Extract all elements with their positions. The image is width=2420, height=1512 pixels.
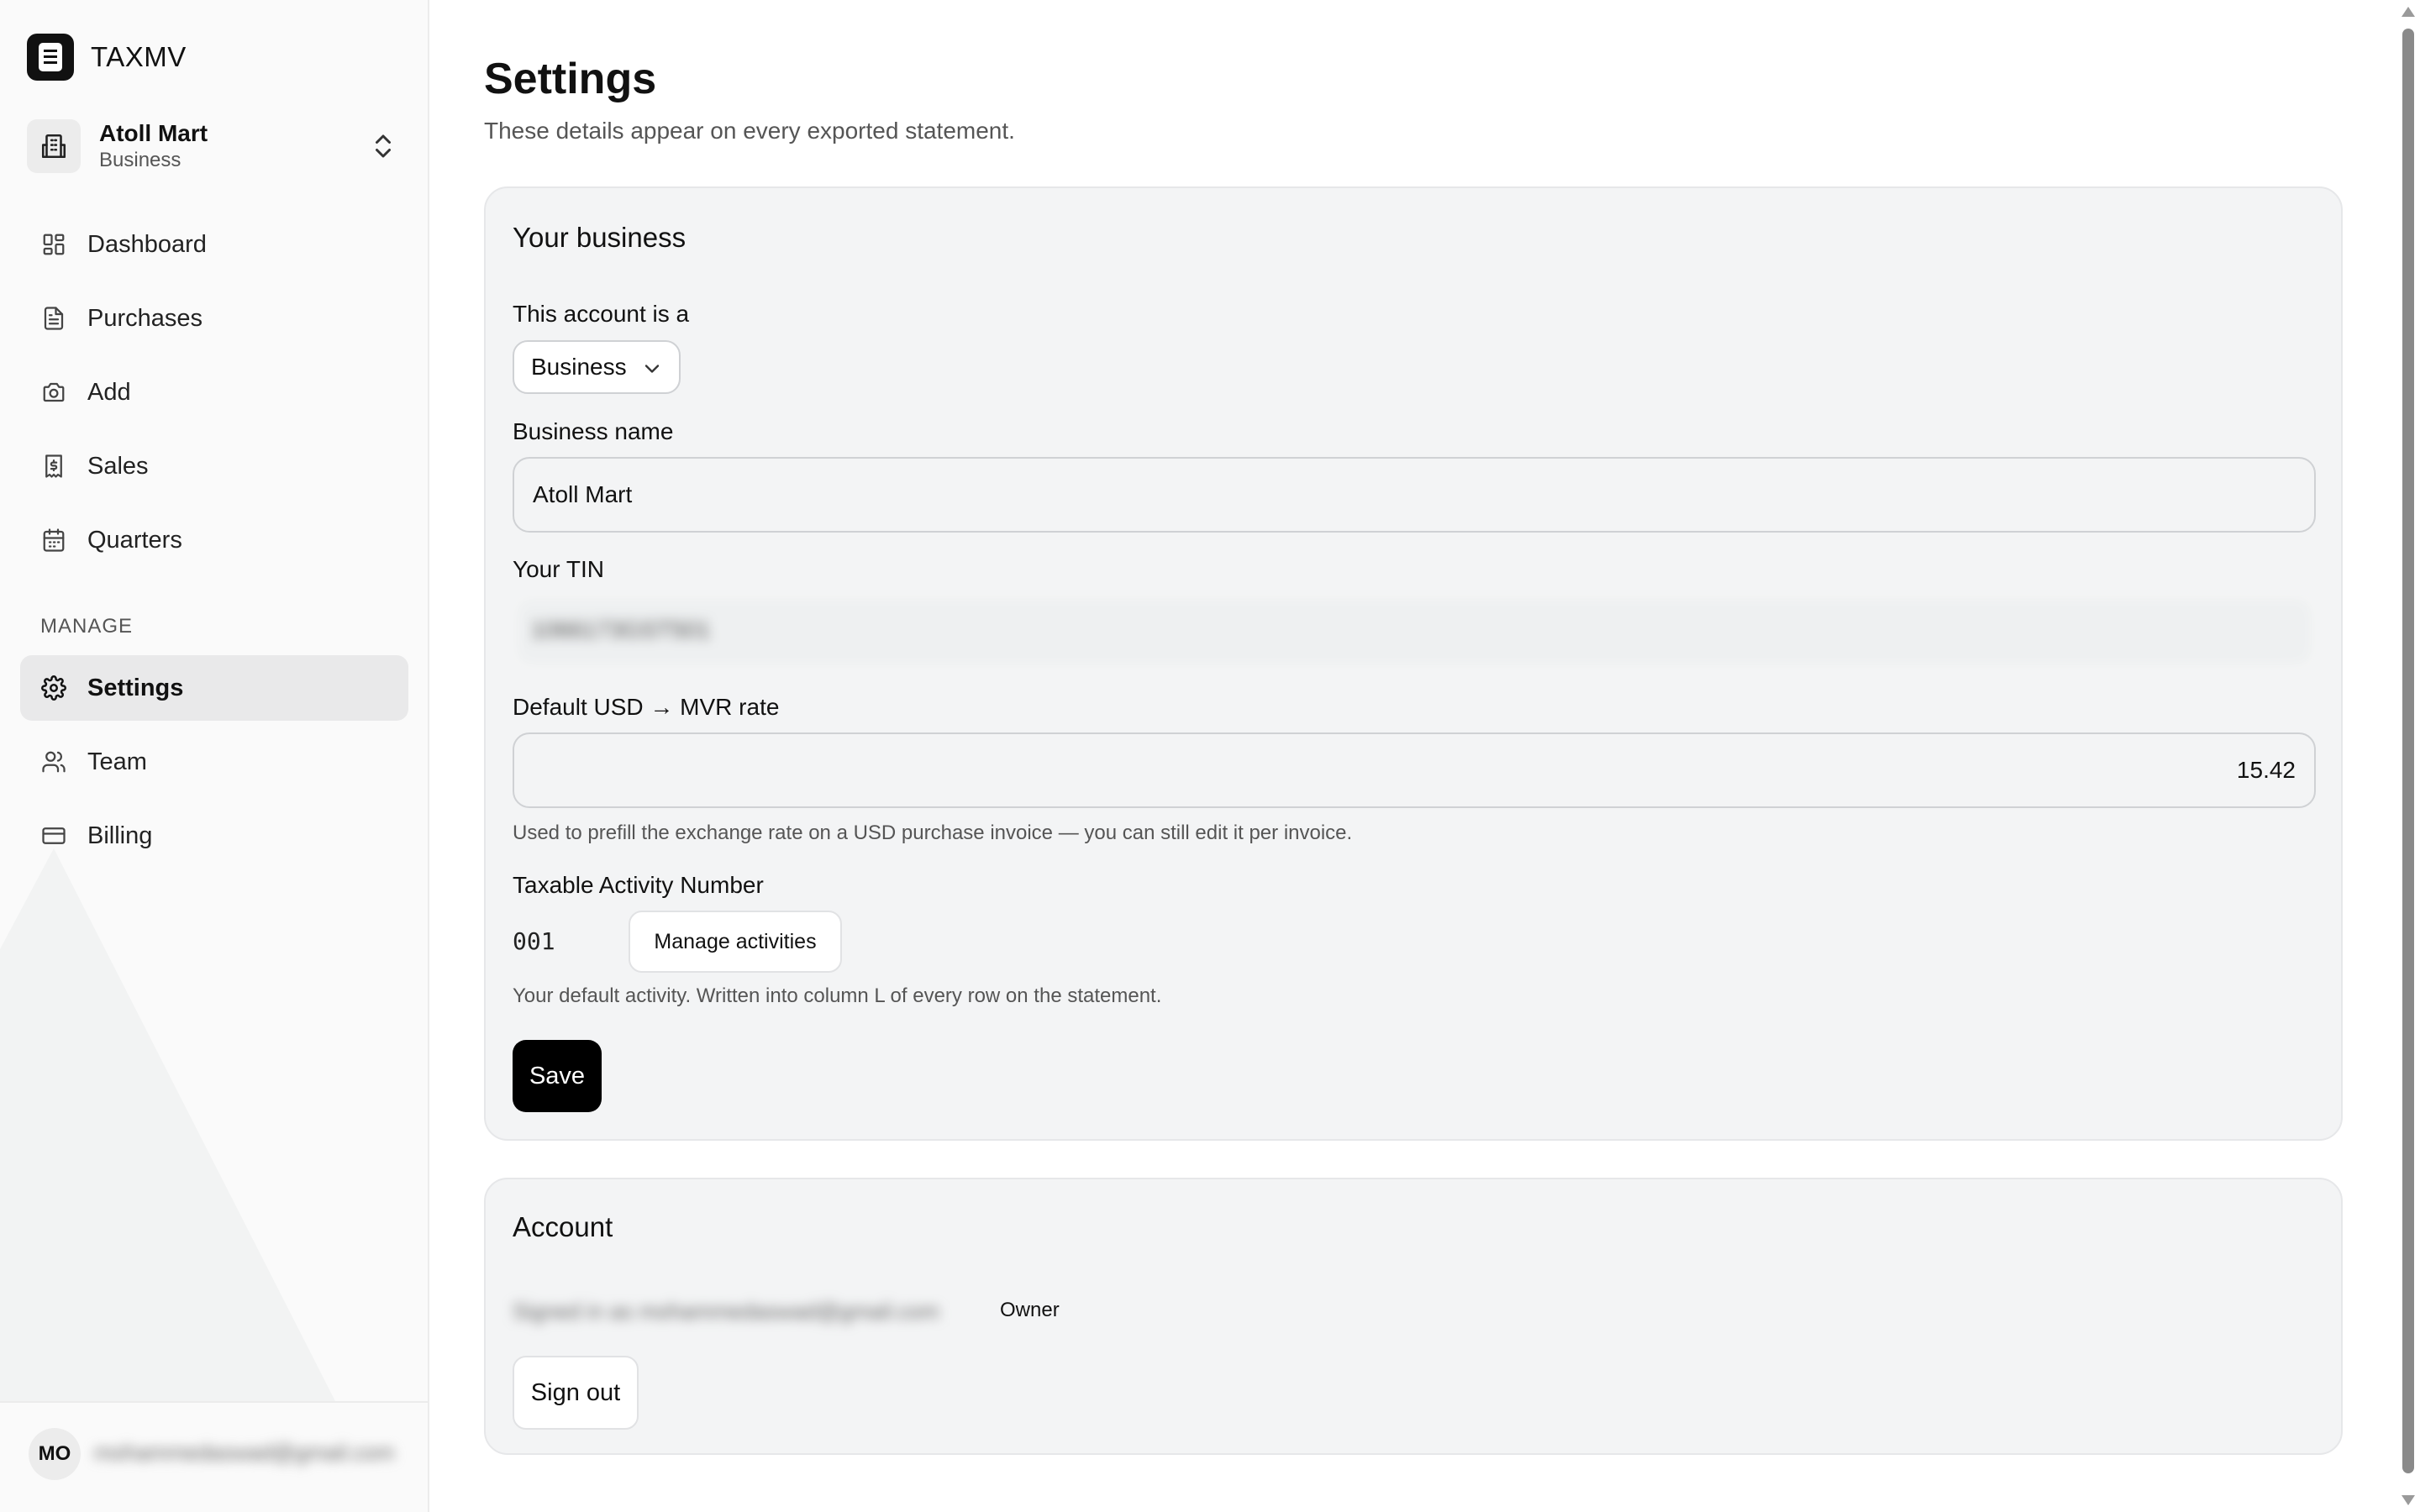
activity-help-text: Your default activity. Written into colu… bbox=[513, 984, 1162, 1007]
usd-mvr-rate-input[interactable] bbox=[513, 732, 2316, 808]
nav-label-quarters: Quarters bbox=[87, 526, 182, 554]
activity-code: 001 bbox=[513, 927, 555, 955]
card-title-business: Your business bbox=[513, 222, 687, 253]
nav-item-team[interactable]: Team bbox=[20, 729, 408, 795]
receipt-dollar-icon bbox=[40, 453, 67, 480]
nav-label-dashboard: Dashboard bbox=[87, 230, 207, 258]
nav-item-purchases[interactable]: Purchases bbox=[20, 286, 408, 351]
user-email: mohammedaswad@gmail.com bbox=[94, 1440, 395, 1465]
account-type-select[interactable]: Business bbox=[513, 340, 681, 394]
card-title-account: Account bbox=[513, 1211, 613, 1242]
background-triangle-decoration bbox=[0, 848, 336, 1403]
page-scrollbar[interactable] bbox=[2396, 0, 2420, 1512]
nav-label-team: Team bbox=[87, 748, 147, 775]
manage-activities-button[interactable]: Manage activities bbox=[629, 911, 842, 973]
business-name-input[interactable] bbox=[513, 457, 2316, 533]
gear-icon bbox=[40, 675, 67, 701]
page-title: Settings bbox=[484, 55, 657, 103]
section-label-manage: MANAGE bbox=[40, 615, 134, 638]
signed-in-email-redacted: Signed in as mohammedaswad@gmail.com bbox=[513, 1299, 939, 1324]
activity-label: Taxable Activity Number bbox=[513, 872, 764, 898]
credit-card-icon bbox=[40, 822, 67, 849]
building-icon bbox=[27, 119, 81, 173]
rate-help-text: Used to prefill the exchange rate on a U… bbox=[513, 822, 1353, 844]
org-name: Atoll Mart bbox=[99, 120, 208, 146]
nav-item-sales[interactable]: Sales bbox=[20, 433, 408, 499]
user-menu[interactable]: MO mohammedaswad@gmail.com bbox=[0, 1401, 428, 1512]
users-icon bbox=[40, 748, 67, 775]
nav-label-sales: Sales bbox=[87, 452, 149, 480]
role-badge: Owner bbox=[1000, 1299, 1060, 1321]
chevrons-up-down-icon bbox=[376, 134, 391, 158]
business-settings-card: Your business This account is a Business… bbox=[484, 186, 2343, 1141]
dashboard-icon bbox=[40, 231, 67, 258]
org-switcher[interactable]: Atoll Mart Business bbox=[27, 116, 407, 176]
scroll-down-arrow-icon[interactable] bbox=[2402, 1495, 2415, 1505]
tin-value-redacted: 1066173GST501 bbox=[531, 617, 711, 643]
brand-name: TAXMV bbox=[91, 41, 187, 72]
nav-label-settings: Settings bbox=[87, 674, 184, 701]
business-name-label: Business name bbox=[513, 418, 674, 444]
nav-item-quarters[interactable]: Quarters bbox=[20, 507, 408, 573]
nav-item-dashboard[interactable]: Dashboard bbox=[20, 212, 408, 277]
account-card: Account Signed in as mohammedaswad@gmail… bbox=[484, 1178, 2343, 1455]
page-subtitle: These details appear on every exported s… bbox=[484, 118, 1015, 144]
nav-label-billing: Billing bbox=[87, 822, 153, 849]
account-type-label: This account is a bbox=[513, 301, 690, 327]
rate-label: Default USD → MVR rate bbox=[513, 694, 780, 720]
sidebar: TAXMV Atoll Mart Business Dashboard Purc… bbox=[0, 0, 429, 1512]
account-type-value: Business bbox=[531, 354, 627, 380]
nav-item-billing[interactable]: Billing bbox=[20, 803, 408, 869]
chevron-down-icon bbox=[644, 365, 660, 373]
nav-label-add: Add bbox=[87, 378, 131, 406]
calendar-icon bbox=[40, 527, 67, 554]
camera-icon bbox=[40, 379, 67, 406]
nav-item-add[interactable]: Add bbox=[20, 360, 408, 425]
tin-label: Your TIN bbox=[513, 556, 604, 582]
nav-label-purchases: Purchases bbox=[87, 304, 203, 332]
tin-field[interactable]: 1066173GST501 bbox=[513, 595, 2316, 669]
document-logo-icon bbox=[27, 34, 74, 81]
avatar: MO bbox=[29, 1428, 81, 1480]
brand[interactable]: TAXMV bbox=[27, 34, 187, 81]
sign-out-button[interactable]: Sign out bbox=[513, 1356, 639, 1430]
scroll-up-arrow-icon[interactable] bbox=[2402, 7, 2415, 17]
org-type: Business bbox=[99, 149, 182, 171]
nav-item-settings[interactable]: Settings bbox=[20, 655, 408, 721]
main-content: Settings These details appear on every e… bbox=[430, 0, 2396, 1512]
scrollbar-thumb[interactable] bbox=[2402, 29, 2414, 1473]
save-button[interactable]: Save bbox=[513, 1040, 602, 1112]
file-text-icon bbox=[40, 305, 67, 332]
